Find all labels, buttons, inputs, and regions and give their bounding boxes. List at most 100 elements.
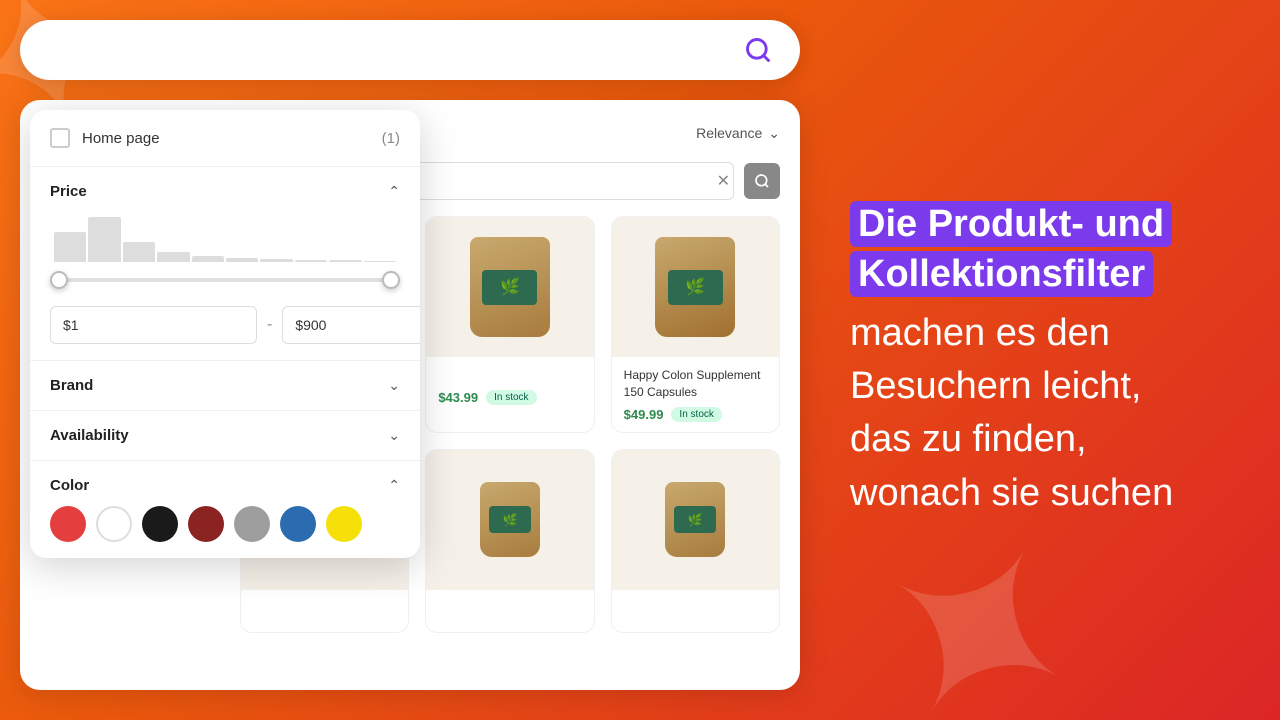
product-bag-label: 🌿 (489, 506, 531, 533)
product-name (253, 600, 396, 617)
color-swatch-white[interactable] (96, 506, 132, 542)
product-bag-label: 🌿 (668, 270, 723, 305)
product-image: 🌿 (612, 450, 779, 590)
clear-search-button[interactable]: ✕ (717, 171, 730, 191)
color-swatch-red[interactable] (50, 506, 86, 542)
brand-section-title: Brand (50, 377, 93, 394)
promo-text: Die Produkt- und Kollektionsfilter (850, 200, 1240, 299)
product-bag: 🌿 (655, 237, 735, 337)
product-bag-label: 🌿 (482, 270, 537, 305)
price-inputs: - (50, 306, 400, 344)
in-stock-badge: In stock (486, 390, 536, 405)
right-panel: Die Produkt- und Kollektionsfilter mache… (820, 0, 1280, 720)
range-thumb-min[interactable] (50, 271, 68, 289)
histogram-bar (88, 217, 120, 262)
price-max-input[interactable] (282, 306, 420, 344)
histogram-bar (329, 260, 361, 262)
product-name (624, 600, 767, 617)
availability-section-header[interactable]: Availability ⌄ (50, 427, 400, 444)
availability-chevron-down-icon: ⌄ (388, 427, 400, 444)
brand-chevron-down-icon: ⌄ (388, 377, 400, 394)
color-chevron-up-icon: ⌃ (388, 477, 400, 494)
product-card[interactable]: 🌿 (425, 449, 594, 634)
product-bag: 🌿 (665, 482, 725, 557)
product-info (241, 590, 408, 633)
product-bag-label: 🌿 (674, 506, 716, 533)
product-info (612, 590, 779, 633)
sort-select[interactable]: Relevance ⌄ (696, 125, 780, 142)
price-section: Price ⌃ (30, 167, 420, 361)
price-separator: - (267, 316, 272, 334)
home-page-label: Home page (82, 130, 160, 147)
product-name (438, 600, 581, 617)
promo-subtext: machen es den Besuchern leicht, das zu f… (850, 307, 1240, 520)
product-info: Happy Colon Supplement 150 Capsules $49.… (612, 357, 779, 432)
search-button[interactable] (736, 28, 780, 72)
search-bar (20, 20, 800, 80)
availability-section: Availability ⌄ (30, 411, 420, 461)
filter-header: Home page (1) (30, 110, 420, 167)
promo-highlight-2: Kollektionsfilter (850, 251, 1153, 297)
product-price: $49.99 (624, 407, 664, 422)
brand-section-header[interactable]: Brand ⌄ (50, 377, 400, 394)
chevron-down-icon: ⌄ (768, 125, 780, 142)
price-range-slider[interactable] (50, 270, 400, 290)
product-footer: $49.99 In stock (624, 407, 767, 422)
filter-header-left: Home page (50, 128, 160, 148)
product-info: $43.99 In stock (426, 357, 593, 415)
filter-panel: Home page (1) Price ⌃ (30, 110, 420, 558)
color-swatch-gray[interactable] (234, 506, 270, 542)
leaf-icon: 🌿 (503, 513, 518, 527)
main-layout: RESULTS Relevance ⌄ ✕ (0, 0, 1280, 720)
histogram-bar (226, 258, 258, 262)
price-section-title: Price (50, 183, 87, 200)
in-stock-badge: In stock (671, 407, 721, 422)
color-swatch-yellow[interactable] (326, 506, 362, 542)
product-image: 🌿 (612, 217, 779, 357)
left-panel: RESULTS Relevance ⌄ ✕ (0, 0, 820, 720)
histogram-bar (260, 259, 292, 262)
product-info (426, 590, 593, 633)
color-swatch-dark-red[interactable] (188, 506, 224, 542)
histogram-bar (123, 242, 155, 262)
product-bag: 🌿 (470, 237, 550, 337)
range-thumb-max[interactable] (382, 271, 400, 289)
shop-area: RESULTS Relevance ⌄ ✕ (20, 100, 800, 690)
brand-section: Brand ⌄ (30, 361, 420, 411)
histogram-bar (192, 256, 224, 262)
product-image: 🌿 (426, 450, 593, 590)
histogram-bar (364, 261, 396, 263)
product-card[interactable]: 🌿 $43.99 In stock (425, 216, 594, 433)
price-histogram (50, 212, 400, 262)
histogram-bar (157, 252, 189, 262)
product-name (438, 367, 581, 384)
leaf-icon: 🌿 (500, 277, 520, 297)
product-footer: $43.99 In stock (438, 390, 581, 405)
availability-section-title: Availability (50, 427, 129, 444)
color-section-title: Color (50, 477, 89, 494)
home-page-checkbox[interactable] (50, 128, 70, 148)
home-page-count: (1) (382, 130, 400, 147)
price-chevron-up-icon: ⌃ (388, 183, 400, 200)
leaf-icon: 🌿 (685, 277, 705, 297)
histogram-bar (295, 260, 327, 263)
product-card[interactable]: 🌿 Happy Colon Supplement 150 Capsules $4… (611, 216, 780, 433)
product-card[interactable]: 🌿 (611, 449, 780, 634)
color-section: Color ⌃ (30, 461, 420, 558)
color-swatch-blue[interactable] (280, 506, 316, 542)
product-image: 🌿 (426, 217, 593, 357)
search-submit-button[interactable] (744, 163, 780, 199)
product-price: $43.99 (438, 390, 478, 405)
color-swatches (50, 506, 400, 542)
price-min-input[interactable] (50, 306, 257, 344)
color-swatch-black[interactable] (142, 506, 178, 542)
leaf-icon: 🌿 (688, 513, 703, 527)
price-section-header[interactable]: Price ⌃ (50, 183, 400, 200)
color-section-header[interactable]: Color ⌃ (50, 477, 400, 494)
promo-highlight-1: Die Produkt- und (850, 201, 1172, 247)
histogram-bar (54, 232, 86, 262)
range-track (50, 278, 400, 282)
search-submit-icon (754, 173, 770, 189)
product-name: Happy Colon Supplement 150 Capsules (624, 367, 767, 401)
search-icon (744, 36, 772, 64)
